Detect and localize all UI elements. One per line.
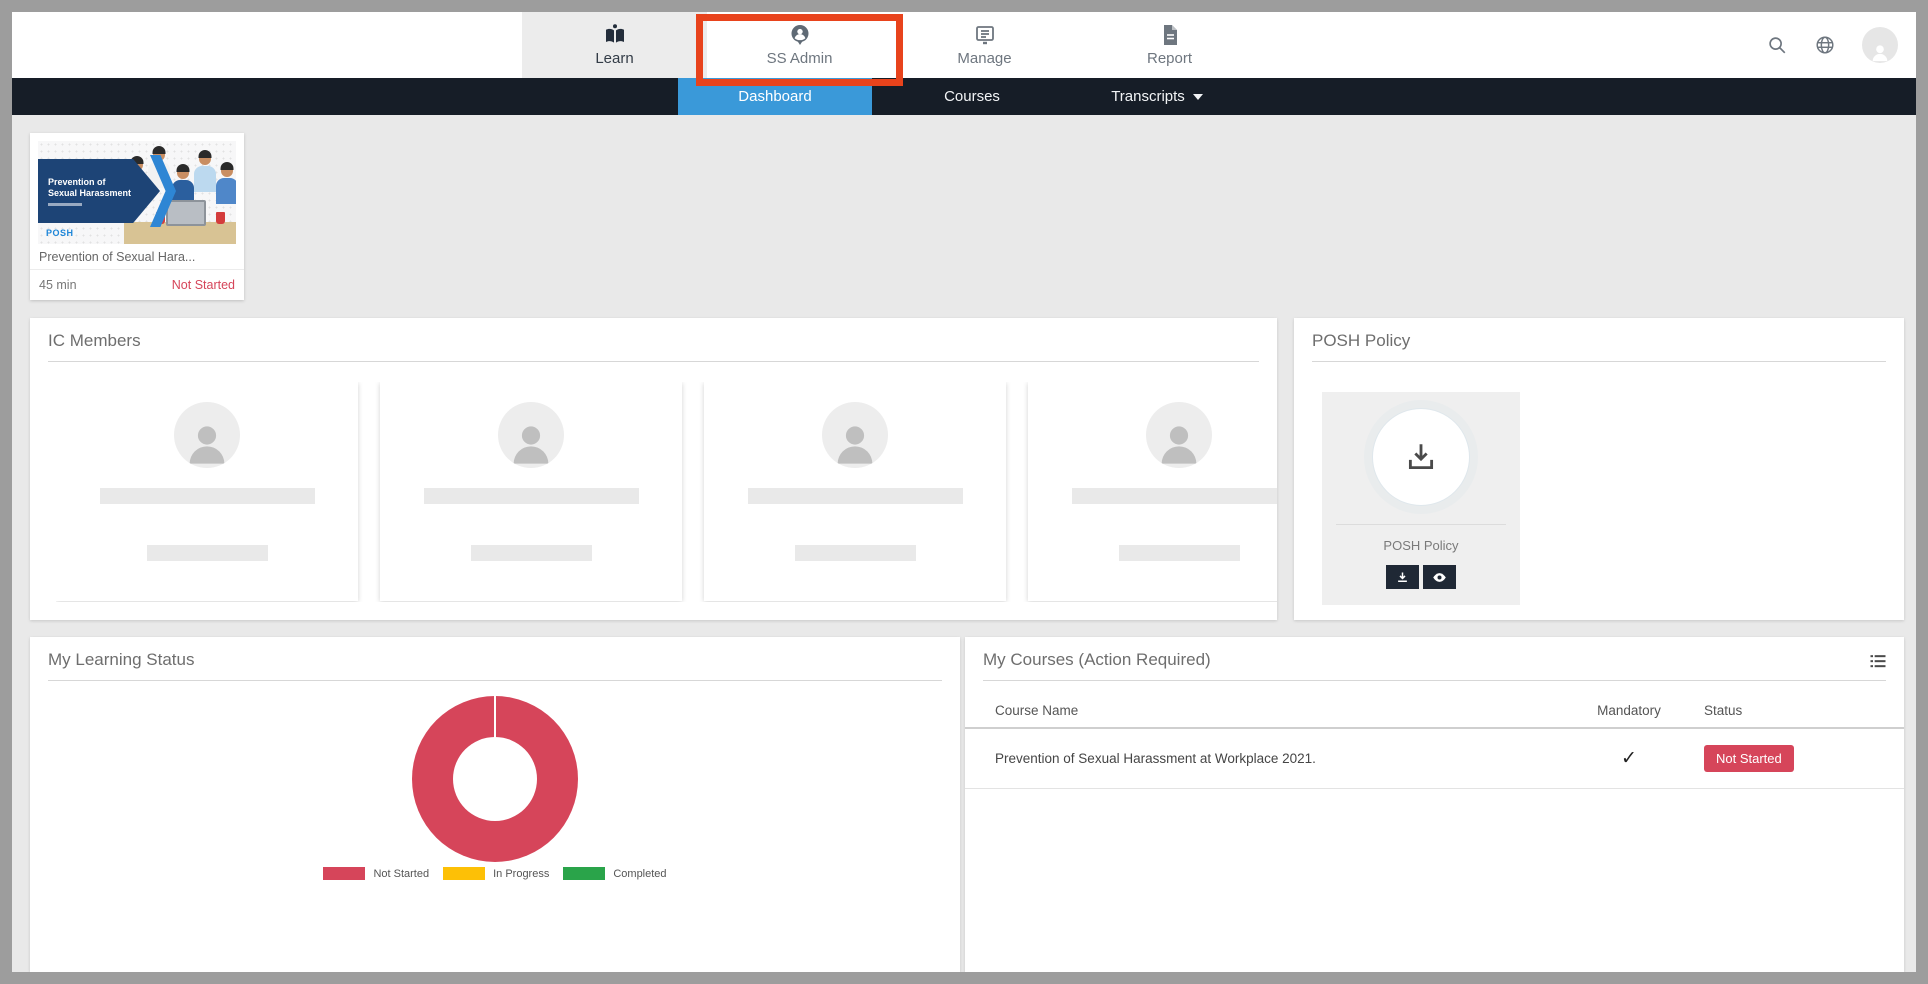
sub-navigation: Dashboard Courses Transcripts (12, 78, 1916, 115)
globe-icon[interactable] (1814, 34, 1836, 56)
download-button[interactable] (1386, 565, 1419, 589)
ic-member-card[interactable] (1028, 382, 1277, 601)
divider (48, 680, 942, 681)
posh-policy-title: POSH Policy (1294, 318, 1904, 361)
table-row[interactable]: Prevention of Sexual Harassment at Workp… (965, 729, 1904, 789)
ic-members-cards (56, 382, 1277, 602)
my-courses-title: My Courses (Action Required) (965, 637, 1904, 680)
donut-start-tick (494, 696, 496, 738)
lms-dashboard-screen: Learn SS Admin Manage Report (0, 0, 1928, 984)
my-courses-panel: My Courses (Action Required) Course Name… (965, 637, 1904, 972)
skeleton-bar (100, 488, 315, 504)
member-avatar-placeholder-icon (1146, 402, 1212, 468)
skeleton-bar (748, 488, 963, 504)
divider (48, 361, 1259, 362)
subnav-item-courses[interactable]: Courses (892, 78, 1052, 115)
course-card[interactable]: Prevention of Sexual Harassment POSH Pre… (30, 133, 244, 300)
ic-member-card[interactable] (380, 382, 682, 601)
ic-member-card[interactable] (704, 382, 1006, 601)
course-card-meta: 45 min Not Started (30, 270, 244, 300)
report-document-icon (1158, 23, 1182, 47)
course-status: Not Started (172, 278, 235, 292)
skeleton-bar (471, 545, 592, 561)
legend-label: In Progress (493, 868, 549, 880)
ic-members-panel: IC Members (30, 318, 1277, 620)
legend-swatch-green (563, 867, 605, 880)
my-learning-status-panel: My Learning Status Not Started In Progre… (30, 637, 960, 972)
thumbnail-title-line2: Sexual Harassment (48, 188, 160, 199)
legend-item-completed: Completed (563, 867, 666, 880)
column-header-mandatory: Mandatory (1554, 703, 1704, 718)
column-header-course-name: Course Name (995, 703, 1554, 718)
main-navigation: Learn SS Admin Manage Report (522, 12, 1262, 78)
my-learning-status-title: My Learning Status (30, 637, 960, 680)
legend-label: Completed (613, 868, 666, 880)
ic-member-card[interactable] (56, 382, 358, 601)
divider (1312, 361, 1886, 362)
course-name-cell: Prevention of Sexual Harassment at Workp… (995, 751, 1554, 766)
tab-report[interactable]: Report (1077, 12, 1262, 78)
member-avatar-placeholder-icon (174, 402, 240, 468)
tab-manage-label: Manage (957, 50, 1011, 67)
posh-policy-card: POSH Policy (1322, 392, 1520, 605)
tab-ss-admin[interactable]: SS Admin (707, 12, 892, 78)
chevron-down-icon (1193, 94, 1203, 100)
subnav-item-transcripts[interactable]: Transcripts (1067, 78, 1247, 115)
posh-item-label: POSH Policy (1383, 538, 1458, 553)
user-avatar[interactable] (1862, 27, 1898, 63)
legend-item-in-progress: In Progress (443, 867, 549, 880)
tab-learn[interactable]: Learn (522, 12, 707, 78)
donut-hole (453, 737, 537, 821)
skeleton-bar (147, 545, 268, 561)
list-view-icon[interactable] (1868, 651, 1888, 671)
divider (983, 680, 1886, 681)
tab-ss-admin-label: SS Admin (767, 50, 833, 67)
legend-swatch-red (323, 867, 365, 880)
course-duration: 45 min (39, 278, 77, 292)
avatar-person-icon (1869, 41, 1891, 63)
legend-label: Not Started (373, 868, 429, 880)
subnav-transcripts-label: Transcripts (1111, 88, 1185, 105)
posh-logo: POSH (46, 228, 74, 238)
posh-policy-panel: POSH Policy POSH Policy (1294, 318, 1904, 620)
download-icon (1395, 570, 1410, 585)
person-circle-icon (788, 23, 812, 47)
courses-table: Course Name Mandatory Status Prevention … (965, 693, 1904, 789)
status-badge: Not Started (1704, 745, 1794, 772)
member-avatar-placeholder-icon (822, 402, 888, 468)
download-circle[interactable] (1372, 408, 1470, 506)
member-avatar-placeholder-icon (498, 402, 564, 468)
skeleton-bar (795, 545, 916, 561)
skeleton-bar (1119, 545, 1240, 561)
subnav-item-dashboard[interactable]: Dashboard (678, 78, 872, 115)
status-cell: Not Started (1704, 745, 1884, 772)
skeleton-bar (424, 488, 639, 504)
posh-buttons (1386, 565, 1456, 589)
tab-learn-label: Learn (595, 50, 633, 67)
legend-item-not-started: Not Started (323, 867, 429, 880)
view-button[interactable] (1423, 565, 1456, 589)
search-icon[interactable] (1766, 34, 1788, 56)
download-tray-icon (1404, 440, 1438, 474)
column-header-status: Status (1704, 703, 1884, 718)
course-card-title: Prevention of Sexual Hara... (30, 244, 244, 270)
donut-chart[interactable] (412, 696, 578, 862)
thumbnail-title-line1: Prevention of (48, 177, 160, 188)
chart-legend: Not Started In Progress Completed (30, 867, 960, 880)
legend-swatch-yellow (443, 867, 485, 880)
divider (1336, 524, 1506, 525)
learn-book-icon (603, 23, 627, 47)
top-bar: Learn SS Admin Manage Report (12, 12, 1916, 78)
top-right-actions (1766, 12, 1898, 78)
ic-members-title: IC Members (30, 318, 1277, 361)
monitor-list-icon (973, 23, 997, 47)
tab-report-label: Report (1147, 50, 1192, 67)
mandatory-checkmark: ✓ (1554, 747, 1704, 770)
donut-chart-wrap (30, 696, 960, 862)
course-thumbnail: Prevention of Sexual Harassment POSH (38, 141, 236, 244)
tab-manage[interactable]: Manage (892, 12, 1077, 78)
table-header-row: Course Name Mandatory Status (965, 693, 1904, 729)
skeleton-bar (1072, 488, 1278, 504)
eye-icon (1432, 570, 1447, 585)
